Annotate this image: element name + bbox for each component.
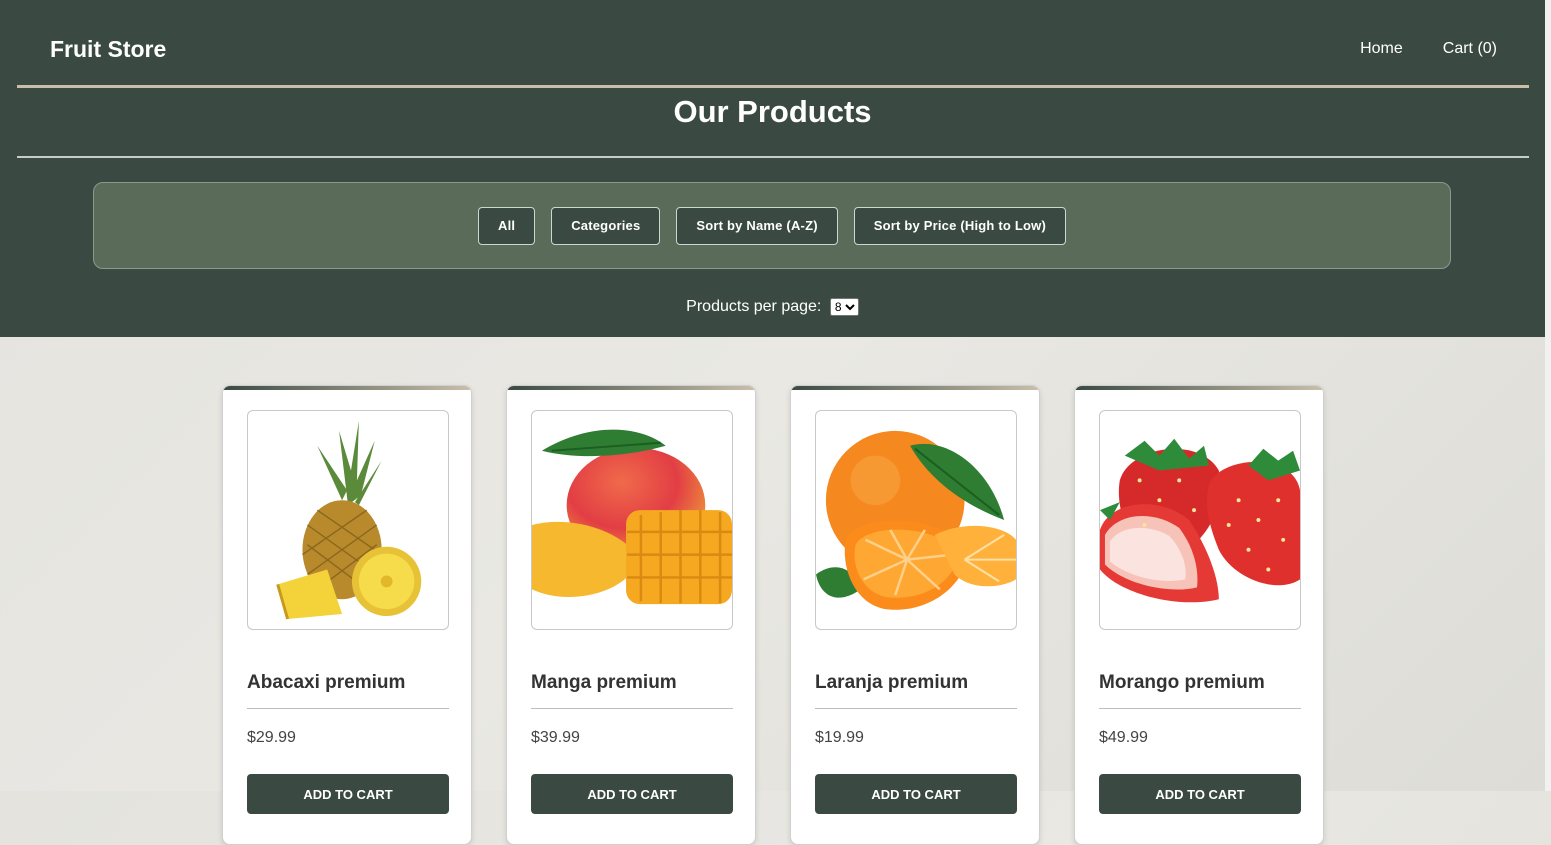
title-divider [17, 156, 1529, 158]
per-page-control: Products per page: 8 [0, 298, 1545, 316]
product-name: Laranja premium [815, 672, 969, 693]
product-grid: Abacaxi premium $29.99 ADD TO CART Manga… [222, 385, 1324, 845]
strawberry-image[interactable] [1099, 410, 1301, 630]
per-page-select[interactable]: 8 [829, 298, 859, 316]
product-divider [1099, 708, 1301, 709]
scrollbar[interactable] [1545, 0, 1551, 791]
main-nav: Home Cart (0) [1360, 40, 1497, 58]
product-card: Abacaxi premium $29.99 ADD TO CART [222, 385, 472, 845]
add-to-cart-button[interactable]: ADD TO CART [815, 774, 1017, 814]
product-price: $19.99 [815, 729, 864, 746]
product-name: Abacaxi premium [247, 672, 406, 693]
product-name: Morango premium [1099, 672, 1265, 693]
header-band [0, 0, 1545, 337]
product-divider [531, 708, 733, 709]
categories-button[interactable]: Categories [551, 206, 661, 245]
nav-home-link[interactable]: Home [1360, 40, 1403, 58]
add-to-cart-button[interactable]: ADD TO CART [247, 774, 449, 814]
product-name: Manga premium [531, 672, 677, 693]
nav-cart-link[interactable]: Cart (0) [1443, 40, 1497, 58]
product-price: $29.99 [247, 729, 296, 746]
product-price: $39.99 [531, 729, 580, 746]
product-divider [815, 708, 1017, 709]
header-divider [17, 85, 1529, 88]
product-divider [247, 708, 449, 709]
add-to-cart-button[interactable]: ADD TO CART [531, 774, 733, 814]
product-price: $49.99 [1099, 729, 1148, 746]
product-card: Morango premium $49.99 ADD TO CART [1074, 385, 1324, 845]
product-card: Laranja premium $19.99 ADD TO CART [790, 385, 1040, 845]
page-title: Our Products [673, 94, 872, 129]
per-page-label: Products per page: [686, 298, 822, 316]
mango-image[interactable] [531, 410, 733, 630]
filter-bar: All Categories Sort by Name (A-Z) Sort b… [93, 182, 1451, 269]
filter-all-button[interactable]: All [477, 206, 536, 245]
brand-logo[interactable]: Fruit Store [50, 36, 166, 63]
add-to-cart-button[interactable]: ADD TO CART [1099, 774, 1301, 814]
sort-by-price-button[interactable]: Sort by Price (High to Low) [853, 206, 1066, 245]
sort-by-name-button[interactable]: Sort by Name (A-Z) [676, 206, 838, 245]
pineapple-image[interactable] [247, 410, 449, 630]
orange-image[interactable] [815, 410, 1017, 630]
product-card: Manga premium $39.99 ADD TO CART [506, 385, 756, 845]
